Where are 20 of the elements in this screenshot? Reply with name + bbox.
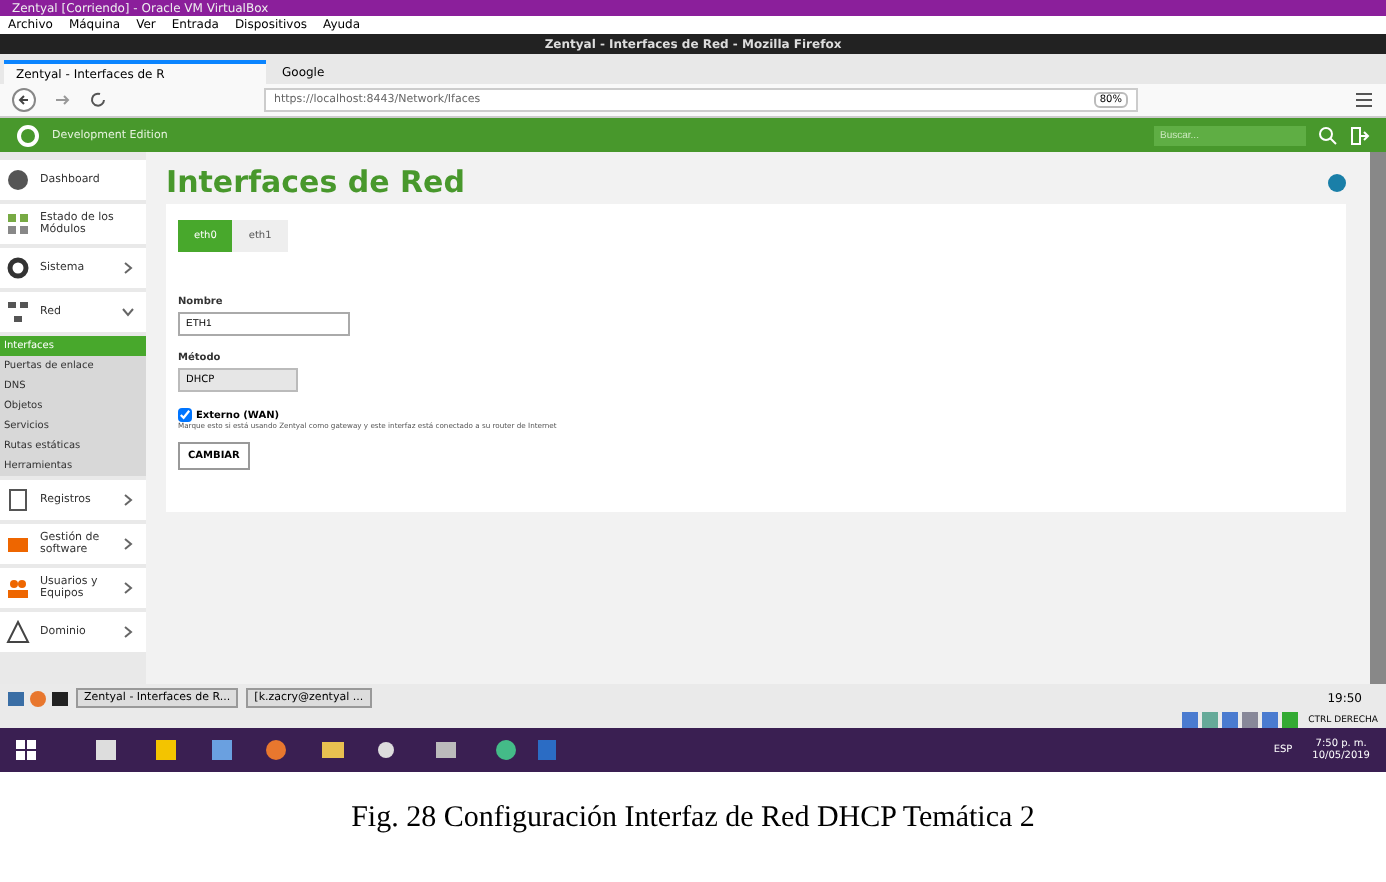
reload-icon (88, 90, 108, 110)
module-icon (6, 256, 30, 280)
logo-icon (16, 123, 40, 147)
status-icons-drawing (1182, 712, 1303, 728)
logout-icon (1350, 125, 1370, 145)
module-icon (6, 488, 30, 512)
module-icon (6, 168, 30, 192)
search-icon (1318, 125, 1338, 145)
module-icon (6, 620, 30, 644)
module-icon (6, 532, 30, 556)
module-icon (6, 300, 30, 324)
module-icon (6, 212, 30, 236)
app-icons-drawing (8, 689, 68, 707)
page-title: Interfaces de Red (166, 164, 465, 200)
external-checkbox[interactable] (178, 408, 192, 422)
windows-start-icon (16, 740, 36, 760)
forward-icon (52, 90, 72, 110)
figure-caption: Fig. 28 Configuración Interfaz de Red DHCP Temática 2 (349, 802, 1037, 836)
menu-icon (1354, 90, 1374, 110)
module-icon (6, 576, 30, 600)
